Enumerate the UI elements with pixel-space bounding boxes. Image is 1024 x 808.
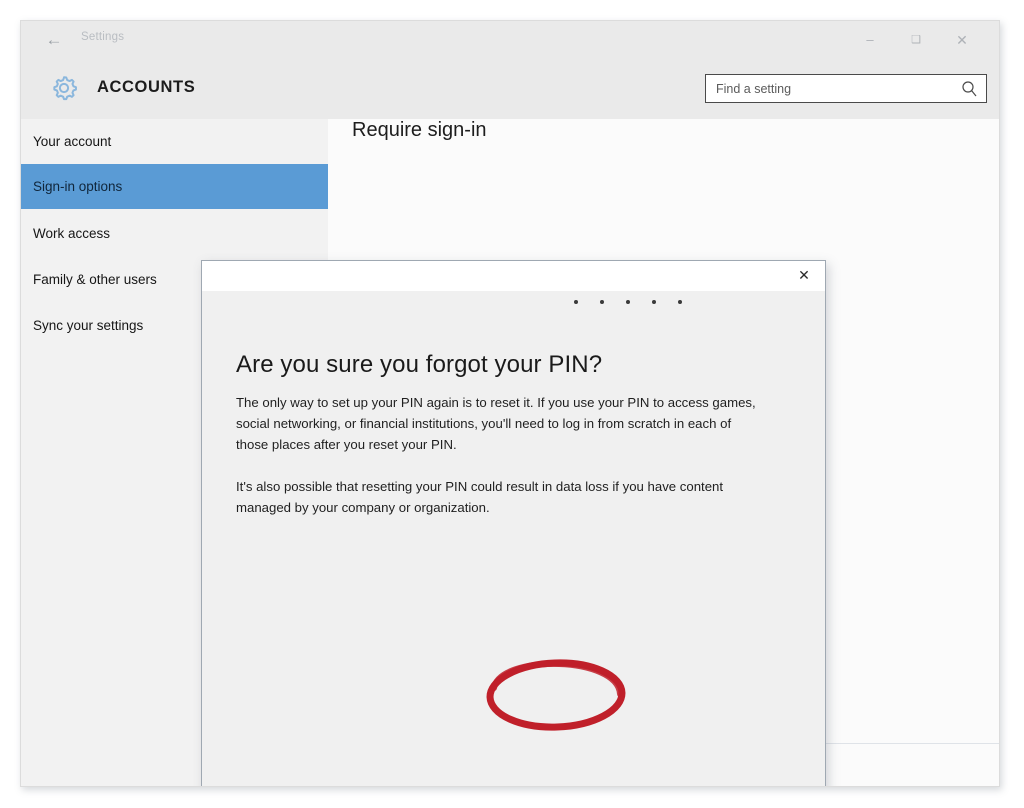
sidebar-item-work-access[interactable]: Work access [21,211,328,256]
dialog-close-icon[interactable]: ✕ [791,263,817,287]
dialog-step-indicator [202,291,825,313]
back-arrow-icon[interactable]: ← [39,27,69,53]
sidebar-item-sign-in-options[interactable]: Sign-in options [21,164,328,209]
dialog-title: Are you sure you forgot your PIN? [236,351,603,378]
maximize-button[interactable]: ❑ [895,27,937,53]
dialog-paragraph-2: It's also possible that resetting your P… [236,479,724,515]
content-heading: Require sign-in [352,119,487,141]
search-icon[interactable] [961,80,978,98]
step-dot [678,300,682,304]
search-input[interactable] [716,75,956,102]
minimize-button[interactable]: – [849,27,891,53]
window-titlebar: ← Settings – ❑ ✕ [21,21,999,59]
dialog-paragraph-1: The only way to set up your PIN again is… [236,395,756,452]
step-dot [574,300,578,304]
settings-body: Your account Sign-in options Work access… [21,119,999,786]
dialog-titlebar: ✕ [202,261,825,291]
step-dot [626,300,630,304]
settings-header: ACCOUNTS [21,59,999,119]
step-dot [652,300,656,304]
page-title: ACCOUNTS [97,78,196,96]
forgot-pin-dialog: ✕ Are you sure you forgot your PIN? The … [201,260,826,786]
window-title-label: Settings [81,31,125,43]
settings-window: ← Settings – ❑ ✕ ACCOUNTS Find a setting… [20,20,1000,787]
gear-icon [47,71,81,105]
sidebar-item-your-account[interactable]: Your account [21,119,328,164]
search-box[interactable] [705,74,987,103]
close-button[interactable]: ✕ [941,27,983,53]
step-dot [600,300,604,304]
